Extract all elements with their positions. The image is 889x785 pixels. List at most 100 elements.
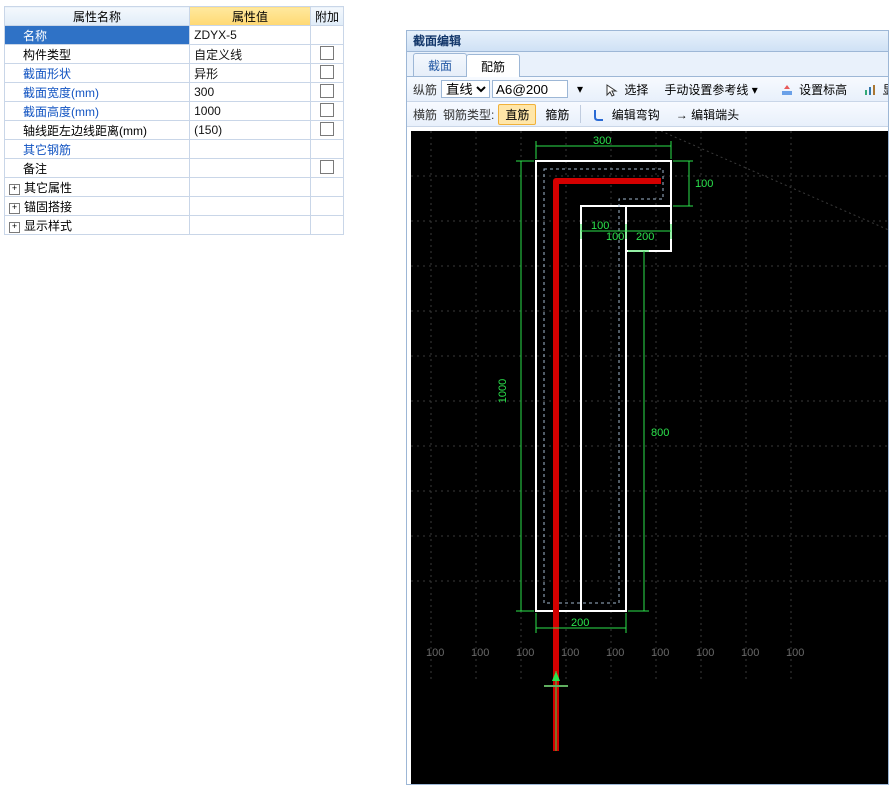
spec-input[interactable] [492, 80, 568, 98]
prop-extra[interactable] [310, 121, 343, 140]
chart-icon [863, 83, 877, 97]
prop-extra[interactable] [310, 64, 343, 83]
editor-title-text: 截面编辑 [413, 31, 461, 51]
prop-value[interactable]: 1000 [190, 102, 311, 121]
ruler: 100 100 100 100 100 100 100 100 100 [426, 647, 804, 659]
prop-name: 名称 [5, 26, 190, 45]
edit-hook-button[interactable]: 编辑弯钩 [585, 104, 666, 125]
prop-name: +锚固搭接 [5, 197, 190, 216]
cursor-icon [605, 83, 619, 97]
prop-extra [310, 197, 343, 216]
rebar-type-label: 钢筋类型: [441, 106, 496, 123]
svg-text:100: 100 [426, 647, 444, 659]
prop-name: 其它钢筋 [5, 140, 190, 159]
dim-left: 1000 [497, 161, 534, 611]
prop-row-height[interactable]: 截面高度(mm)1000 [5, 102, 344, 121]
prop-row-exp2[interactable]: +锚固搭接 [5, 197, 344, 216]
tab-rebar[interactable]: 配筋 [466, 54, 520, 77]
edit-end-button[interactable]: → 编辑端头 [669, 104, 746, 125]
prop-value[interactable] [190, 216, 311, 235]
toolbar-row-2: 横筋 钢筋类型: 直筋 箍筋 编辑弯钩 → 编辑端头 [407, 102, 888, 127]
svg-text:100: 100 [471, 647, 489, 659]
svg-text:100: 100 [561, 647, 579, 659]
set-elevation-button[interactable]: 设置标高 [773, 79, 854, 100]
prop-value[interactable] [190, 140, 311, 159]
prop-extra[interactable] [310, 102, 343, 121]
checkbox-icon[interactable] [320, 65, 334, 79]
prop-extra[interactable] [310, 45, 343, 64]
prop-value[interactable]: (150) [190, 121, 311, 140]
manual-ref-button[interactable]: 手动设置参考线 ▾ [657, 79, 764, 100]
prop-value[interactable]: 自定义线 [190, 45, 311, 64]
hbar-label: 横筋 [411, 106, 439, 123]
prop-name: 截面形状 [5, 64, 190, 83]
line-type-select[interactable]: 直线 [441, 80, 490, 98]
dim-right-100: 100 [673, 161, 713, 206]
straight-rebar-button[interactable]: 直筋 [498, 104, 536, 125]
editor-titlebar[interactable]: 截面编辑 [407, 31, 888, 52]
prop-name: 截面高度(mm) [5, 102, 190, 121]
vbar-label: 纵筋 [411, 81, 439, 98]
prop-row-exp1[interactable]: +其它属性 [5, 178, 344, 197]
elevation-icon [780, 83, 794, 97]
svg-text:200: 200 [571, 617, 589, 629]
prop-value[interactable] [190, 197, 311, 216]
stirrup-rebar-button[interactable]: 箍筋 [538, 104, 576, 125]
dim-right-800: 800 [628, 251, 669, 611]
editor-tabs: 截面 配筋 [407, 52, 888, 77]
checkbox-icon[interactable] [320, 103, 334, 117]
prop-row-exp3[interactable]: +显示样式 [5, 216, 344, 235]
section-editor-window: 截面编辑 截面 配筋 纵筋 直线 ▾ 选择 手动设置参考线 ▾ 设置标高 显示标… [406, 30, 889, 785]
prop-row-other_rebar[interactable]: 其它钢筋 [5, 140, 344, 159]
prop-value[interactable]: 异形 [190, 64, 311, 83]
arrow-right-icon: → [676, 108, 691, 122]
col-name-header: 属性名称 [5, 7, 190, 26]
checkbox-icon[interactable] [320, 46, 334, 60]
prop-value[interactable]: ZDYX-5 [190, 26, 311, 45]
dim-top: 300 [536, 135, 671, 159]
svg-text:100: 100 [695, 178, 713, 190]
svg-text:100: 100 [696, 647, 714, 659]
tab-section[interactable]: 截面 [413, 53, 467, 76]
grid-lines [411, 131, 888, 681]
svg-text:100: 100 [741, 647, 759, 659]
svg-text:100: 100 [786, 647, 804, 659]
expand-icon[interactable]: + [9, 184, 20, 195]
prop-extra [310, 216, 343, 235]
svg-text:800: 800 [651, 427, 669, 439]
svg-text:100: 100 [516, 647, 534, 659]
prop-value[interactable] [190, 178, 311, 197]
prop-extra [310, 140, 343, 159]
select-button[interactable]: 选择 [598, 79, 655, 100]
drawing-canvas[interactable]: 300 1000 100 100 [411, 131, 888, 784]
checkbox-icon[interactable] [320, 160, 334, 174]
prop-row-width[interactable]: 截面宽度(mm)300 [5, 83, 344, 102]
prop-value[interactable] [190, 159, 311, 178]
prop-name: 轴线距左边线距离(mm) [5, 121, 190, 140]
prop-row-remark[interactable]: 备注 [5, 159, 344, 178]
expand-icon[interactable]: + [9, 222, 20, 233]
prop-extra[interactable] [310, 159, 343, 178]
rebar-endpoint-mark [544, 671, 568, 751]
prop-value[interactable]: 300 [190, 83, 311, 102]
prop-extra [310, 26, 343, 45]
spec-dropdown-button[interactable]: ▾ [570, 80, 590, 98]
prop-extra[interactable] [310, 83, 343, 102]
prop-row-axis[interactable]: 轴线距左边线距离(mm)(150) [5, 121, 344, 140]
checkbox-icon[interactable] [320, 122, 334, 136]
col-value-header: 属性值 [190, 7, 311, 26]
prop-row-name[interactable]: 名称ZDYX-5 [5, 26, 344, 45]
property-grid: 属性名称 属性值 附加 名称ZDYX-5构件类型自定义线截面形状异形截面宽度(m… [4, 6, 344, 235]
hook-icon [592, 108, 606, 122]
prop-row-shape[interactable]: 截面形状异形 [5, 64, 344, 83]
col-extra-header: 附加 [310, 7, 343, 26]
toolbar-row-1: 纵筋 直线 ▾ 选择 手动设置参考线 ▾ 设置标高 显示标 [407, 77, 888, 102]
prop-name: 备注 [5, 159, 190, 178]
prop-row-type[interactable]: 构件类型自定义线 [5, 45, 344, 64]
expand-icon[interactable]: + [9, 203, 20, 214]
prop-extra [310, 178, 343, 197]
checkbox-icon[interactable] [320, 84, 334, 98]
prop-name: +显示样式 [5, 216, 190, 235]
show-label-button[interactable]: 显示标 [856, 79, 888, 100]
svg-text:100: 100 [606, 647, 624, 659]
